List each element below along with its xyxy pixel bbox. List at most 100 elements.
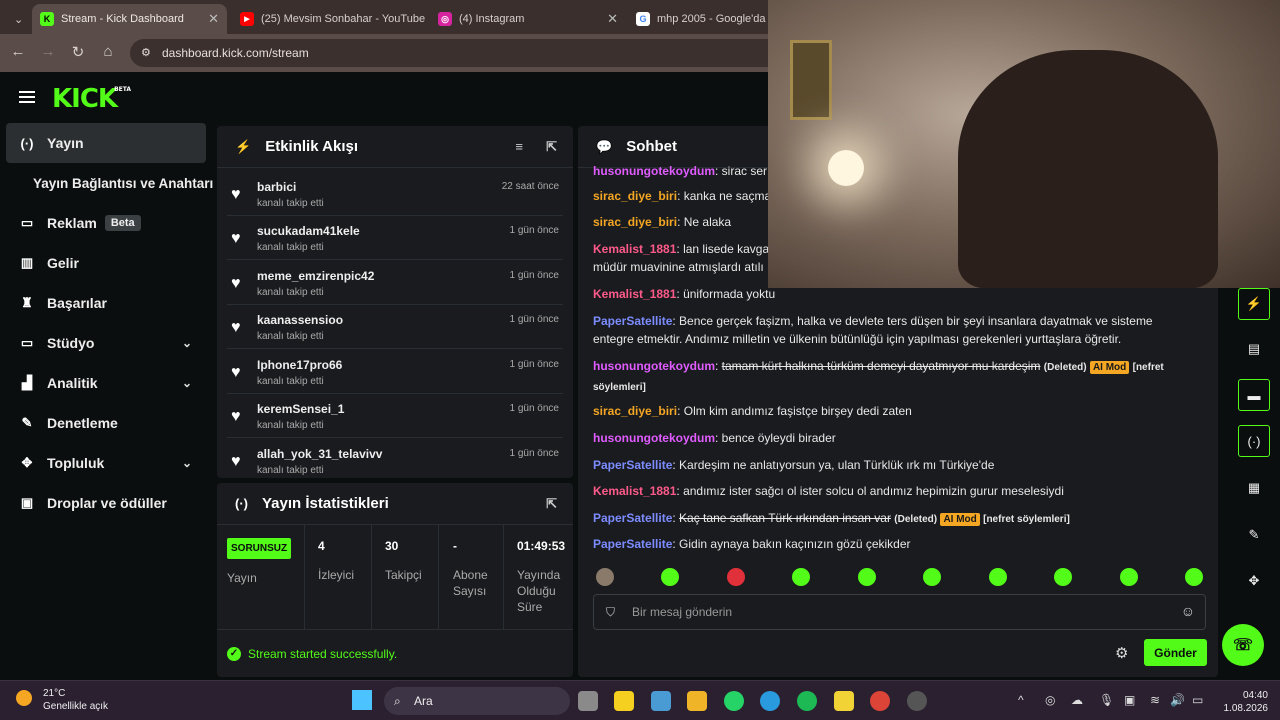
chat-input[interactable]: ⛉ Bir mesaj gönderin ☺ [593,594,1206,630]
emote-cat[interactable] [596,568,614,586]
chat-username[interactable]: PaperSatellite [593,458,672,472]
time: 04:40 [1242,690,1268,701]
sidebar-item-stream-key[interactable]: Yayın Bağlantısı ve Anahtarı [6,163,213,203]
obs-icon[interactable] [907,691,927,711]
sidebar-item-reklam[interactable]: ▭ Reklam Beta [6,203,206,243]
reload-icon[interactable]: ↻ [68,43,88,61]
activity-user[interactable]: keremSensei_1 [257,402,344,416]
emote[interactable] [923,568,941,586]
taskbar-search[interactable]: ⌕ Ara [384,687,570,715]
clock[interactable]: 04:40 1.08.2026 [1224,689,1269,715]
toast-text: Stream started successfully. [248,646,398,661]
kick-logo[interactable]: KICK BETA [52,84,131,114]
battery-icon[interactable]: ▭ [1192,693,1203,707]
chat-username[interactable]: Kemalist_1881 [593,242,676,256]
activity-user[interactable]: meme_emzirenpic42 [257,269,374,283]
weather-widget[interactable]: 21°C Genellikle açık [16,687,108,713]
kick-icon: K [40,12,54,26]
forward-icon[interactable]: → [38,43,58,60]
support-icon[interactable]: ☏ [1222,624,1264,666]
activity-time: 1 gün önce [509,403,560,414]
chat-username[interactable]: Kemalist_1881 [593,484,676,498]
chat-username[interactable]: sirac_diye_biri [593,189,677,203]
windows-start-icon[interactable] [352,690,372,710]
tray-icon[interactable]: ☁ [1071,693,1083,707]
tab-google[interactable]: G mhp 2005 - Google'da Ara [628,4,768,34]
file-explorer-icon[interactable] [687,691,707,711]
sidebar-item-droplar[interactable]: ▣ Droplar ve ödüller [6,483,206,523]
chat-username[interactable]: Kemalist_1881 [593,287,676,301]
ai-mod-badge: AI Mod [1089,361,1130,374]
gear-icon[interactable]: ⚙ [1115,644,1128,662]
sidebar-item-gelir[interactable]: ▥ Gelir [6,243,206,283]
chrome-icon[interactable] [870,691,890,711]
filter-icon[interactable]: ≡ [515,139,523,154]
sidebar-item-analitik[interactable]: ▟ Analitik ⌄ [6,363,206,403]
chevron-up-icon[interactable]: ^ [1018,693,1024,707]
menu-icon[interactable] [19,91,35,103]
sidebar-item-label: Denetleme [47,415,118,431]
site-info-icon[interactable]: ⚙ [141,39,151,67]
sidebar-item-yayin[interactable]: (·) Yayın [6,123,206,163]
spotify-icon[interactable] [797,691,817,711]
notes-icon[interactable]: ▤ [1238,333,1270,365]
sidebar-item-topluluk[interactable]: ✥ Topluluk ⌄ [6,443,206,483]
lightning-icon[interactable]: ⚡ [1238,288,1270,320]
emote[interactable] [858,568,876,586]
emoji-icon[interactable]: ☺ [1181,603,1195,619]
activity-user[interactable]: sucukadam41kele [257,224,360,238]
sidebar-item-studyo[interactable]: ▭ Stüdyo ⌄ [6,323,206,363]
emote[interactable] [1185,568,1203,586]
sidebar-item-denetleme[interactable]: ✎ Denetleme [6,403,206,443]
wrench-icon[interactable]: ✎ [1238,519,1270,551]
activity-user[interactable]: kaanassensioo [257,313,343,327]
community-icon[interactable]: ✥ [1238,565,1270,597]
app-icon[interactable] [614,691,634,711]
sidebar-item-basarilar[interactable]: ♜ Başarılar [6,283,206,323]
tab-instagram[interactable]: ◎ (4) Instagram ✕ [430,4,626,34]
tray-icon[interactable]: ▣ [1124,693,1135,707]
chat-username[interactable]: PaperSatellite [593,537,672,551]
emote[interactable] [1054,568,1072,586]
activity-user[interactable]: barbici [257,180,296,194]
chat-username[interactable]: PaperSatellite [593,511,672,525]
activity-user[interactable]: Iphone17pro66 [257,358,342,372]
popout-icon[interactable]: ⇱ [546,496,557,512]
popout-icon[interactable]: ⇱ [546,139,557,155]
chat-username[interactable]: husonungotekoydum [593,359,715,373]
close-icon[interactable]: ✕ [599,11,618,27]
chat-username[interactable]: sirac_diye_biri [593,404,677,418]
emote[interactable] [792,568,810,586]
send-button[interactable]: Gönder [1144,639,1207,666]
chat-username[interactable]: PaperSatellite [593,314,672,328]
tab-list-button[interactable]: ⌄ [6,4,26,34]
chat-bubble-icon[interactable]: ▬ [1238,379,1270,411]
volume-icon[interactable]: 🔊 [1170,693,1185,707]
task-view-icon[interactable] [578,691,598,711]
emote[interactable] [1120,568,1138,586]
activity-user[interactable]: allah_yok_31_telavivv [257,447,382,461]
analytics-icon: ▟ [22,375,32,390]
broadcast-icon[interactable]: (·) [1238,425,1270,457]
chat-text: üniformada yoktu [683,287,776,301]
edge-icon[interactable] [760,691,780,711]
emote[interactable] [989,568,1007,586]
microphone-icon[interactable]: 🎙 [1099,693,1114,707]
wifi-icon[interactable]: ≋ [1150,693,1160,707]
chat-username[interactable]: husonungotekoydum [593,431,715,445]
stat-label: Abone Sayısı [453,568,488,598]
emote[interactable] [727,568,745,586]
whatsapp-icon[interactable] [724,691,744,711]
back-icon[interactable]: ← [8,43,28,60]
home-icon[interactable]: ⌂ [98,43,118,60]
tab-youtube[interactable]: ▶ (25) Mevsim Sonbahar - YouTube [232,4,428,34]
chat-username[interactable]: husonungotekoydum [593,164,715,178]
close-icon[interactable]: ✕ [200,11,219,27]
tray-icon[interactable]: ◎ [1045,693,1055,707]
keyboard-icon[interactable] [651,691,671,711]
layout-icon[interactable]: ▦ [1238,472,1270,504]
emote[interactable] [661,568,679,586]
tab-kick[interactable]: K Stream - Kick Dashboard ✕ [32,4,227,34]
chat-username[interactable]: sirac_diye_biri [593,215,677,229]
sticky-notes-icon[interactable] [834,691,854,711]
